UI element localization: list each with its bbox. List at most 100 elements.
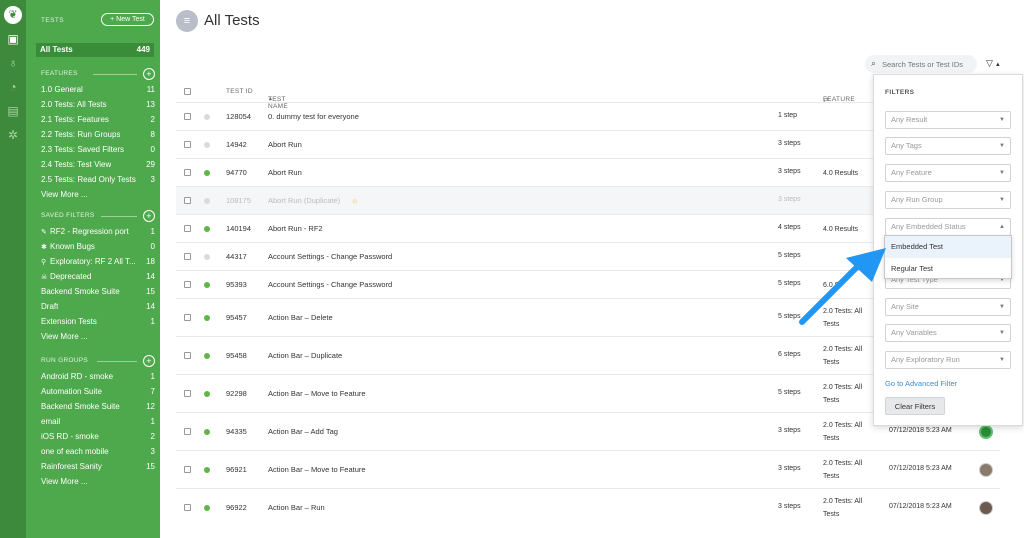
column-test-id[interactable]: TEST ID xyxy=(226,88,253,95)
add-saved-filter-icon[interactable]: + xyxy=(143,210,155,222)
test-steps: 5 steps xyxy=(778,313,801,320)
test-name-link[interactable]: 0. dummy test for everyone xyxy=(268,112,359,121)
test-name-link[interactable]: Action Bar – Add Tag xyxy=(268,427,338,436)
sidebar-item[interactable]: 2.3 Tests: Saved Filters 0 xyxy=(41,142,155,157)
row-checkbox[interactable] xyxy=(184,504,191,511)
row-checkbox[interactable] xyxy=(184,352,191,359)
sidebar-item[interactable]: ⚲ Exploratory: RF 2 All T... 18 xyxy=(41,254,155,269)
filter-select[interactable]: Any Exploratory Run ▼ xyxy=(885,351,1011,369)
filter-select[interactable]: Any Variables ▼ xyxy=(885,324,1011,342)
test-name-link[interactable]: Abort Run - RF2 xyxy=(268,224,323,233)
sidebar-item-text: Exploratory: RF 2 All T... xyxy=(50,257,136,266)
clear-filters-button[interactable]: Clear Filters xyxy=(885,397,945,415)
sidebar-item[interactable]: 2.5 Tests: Read Only Tests 3 xyxy=(41,172,155,187)
add-run-group-icon[interactable]: + xyxy=(143,355,155,367)
sidebar-item-label: 2.0 Tests: All Tests xyxy=(41,97,107,112)
sidebar-item[interactable]: Rainforest Sanity 15 xyxy=(41,459,155,474)
tests-icon[interactable]: ▣ xyxy=(6,32,20,46)
search-input[interactable] xyxy=(882,57,974,71)
status-dot xyxy=(204,429,210,435)
test-date: 07/12/2018 5:23 AM xyxy=(889,427,952,434)
test-name-link[interactable]: Action Bar – Delete xyxy=(268,313,333,322)
row-checkbox[interactable] xyxy=(184,281,191,288)
advanced-filter-link[interactable]: Go to Advanced Filter xyxy=(885,379,957,388)
select-all-checkbox[interactable] xyxy=(184,88,191,95)
sidebar-item[interactable]: ☠ Deprecated 14 xyxy=(41,269,155,284)
test-id: 94335 xyxy=(226,427,247,436)
lightbulb-icon[interactable]: ♁ xyxy=(6,56,20,70)
funnel-icon: ▽ xyxy=(986,58,993,68)
sidebar-item[interactable]: Android RD - smoke 1 xyxy=(41,369,155,384)
test-id: 96922 xyxy=(226,503,247,512)
sidebar-item[interactable]: 2.1 Tests: Features 2 xyxy=(41,112,155,127)
test-name-link[interactable]: Action Bar – Duplicate xyxy=(268,351,342,360)
row-checkbox[interactable] xyxy=(184,253,191,260)
table-row[interactable]: 96922 Action Bar – Run 3 steps 2.0 Tests: A… xyxy=(176,488,1000,526)
filter-select[interactable]: Any Site ▼ xyxy=(885,298,1011,316)
option-regular-test[interactable]: Regular Test xyxy=(885,258,1011,280)
saved-filters-section: SAVED FILTERS + ✎ RF2 - Regression port 1 ✱… xyxy=(41,210,155,344)
divider xyxy=(97,361,137,362)
sidebar-item[interactable]: Automation Suite 7 xyxy=(41,384,155,399)
new-test-button[interactable]: + New Test xyxy=(101,13,154,26)
sidebar-item-all-tests[interactable]: All Tests 449 xyxy=(36,43,154,57)
sidebar-item[interactable]: one of each mobile 3 xyxy=(41,444,155,459)
row-checkbox[interactable] xyxy=(184,428,191,435)
sidebar-item[interactable]: 1.0 General 11 xyxy=(41,82,155,97)
sidebar-item-label: ⚲ Exploratory: RF 2 All T... xyxy=(41,254,136,269)
report-icon[interactable]: ▤ xyxy=(6,104,20,118)
filter-select[interactable]: Any Run Group ▼ xyxy=(885,191,1011,209)
row-checkbox[interactable] xyxy=(184,141,191,148)
row-checkbox[interactable] xyxy=(184,466,191,473)
filter-select[interactable]: Any Embedded Status ▲ xyxy=(885,218,1011,236)
sidebar-item[interactable]: Backend Smoke Suite 15 xyxy=(41,284,155,299)
row-checkbox[interactable] xyxy=(184,225,191,232)
test-name-link[interactable]: Abort Run (Duplicate) xyxy=(268,196,340,205)
sidebar-item[interactable]: iOS RD - smoke 2 xyxy=(41,429,155,444)
sidebar-item-count: 3 xyxy=(150,447,155,456)
sidebar-item[interactable]: Extension Tests 1 xyxy=(41,314,155,329)
sidebar-item[interactable]: Backend Smoke Suite 12 xyxy=(41,399,155,414)
sidebar-item[interactable]: ✱ Known Bugs 0 xyxy=(41,239,155,254)
test-name-link[interactable]: Action Bar – Move to Feature xyxy=(268,465,366,474)
sidebar-item[interactable]: email 1 xyxy=(41,414,155,429)
saved-filters-view-more-link[interactable]: View More ... xyxy=(41,329,155,344)
sidebar-item[interactable]: 2.4 Tests: Test View 29 xyxy=(41,157,155,172)
row-checkbox[interactable] xyxy=(184,197,191,204)
list-icon: ≡ xyxy=(176,10,198,32)
avatar[interactable] xyxy=(979,463,993,477)
sidebar-item[interactable]: 2.0 Tests: All Tests 13 xyxy=(41,97,155,112)
filter-select[interactable]: Any Result ▼ xyxy=(885,111,1011,129)
run-groups-view-more-link[interactable]: View More ... xyxy=(41,474,155,489)
sidebar-item-label: 2.4 Tests: Test View xyxy=(41,157,111,172)
leaf-logo-icon[interactable]: ❦ xyxy=(4,6,22,24)
sidebar-item-label: All Tests xyxy=(40,45,73,54)
test-feature: 2.0 Tests: All Tests xyxy=(823,308,863,328)
test-name-link[interactable]: Action Bar – Run xyxy=(268,503,325,512)
filter-toggle-button[interactable]: ▽ ▲ xyxy=(986,58,1001,69)
row-checkbox[interactable] xyxy=(184,314,191,321)
avatar[interactable] xyxy=(979,425,993,439)
test-name-link[interactable]: Abort Run xyxy=(268,140,302,149)
features-view-more-link[interactable]: View More ... xyxy=(41,187,155,202)
test-id: 95458 xyxy=(226,351,247,360)
row-checkbox[interactable] xyxy=(184,390,191,397)
sidebar-item[interactable]: 2.2 Tests: Run Groups 8 xyxy=(41,127,155,142)
gear-icon[interactable]: ✲ xyxy=(6,128,20,142)
test-name-link[interactable]: Action Bar – Move to Feature xyxy=(268,389,366,398)
test-name-link[interactable]: Account Settings - Change Password xyxy=(268,280,392,289)
test-name-link[interactable]: Account Settings - Change Password xyxy=(268,252,392,261)
table-row[interactable]: 96921 Action Bar – Move to Feature 3 steps… xyxy=(176,450,1000,488)
filter-select[interactable]: Any Feature ▼ xyxy=(885,164,1011,182)
gauge-icon[interactable]: ◔ xyxy=(6,80,20,94)
sidebar-item[interactable]: Draft 14 xyxy=(41,299,155,314)
status-dot xyxy=(204,282,210,288)
row-checkbox[interactable] xyxy=(184,169,191,176)
filter-select[interactable]: Any Tags ▼ xyxy=(885,137,1011,155)
avatar[interactable] xyxy=(979,501,993,515)
add-feature-icon[interactable]: + xyxy=(143,68,155,80)
test-name-link[interactable]: Abort Run xyxy=(268,168,302,177)
option-embedded-test[interactable]: Embedded Test xyxy=(885,236,1011,258)
sidebar-item[interactable]: ✎ RF2 - Regression port 1 xyxy=(41,224,155,239)
row-checkbox[interactable] xyxy=(184,113,191,120)
